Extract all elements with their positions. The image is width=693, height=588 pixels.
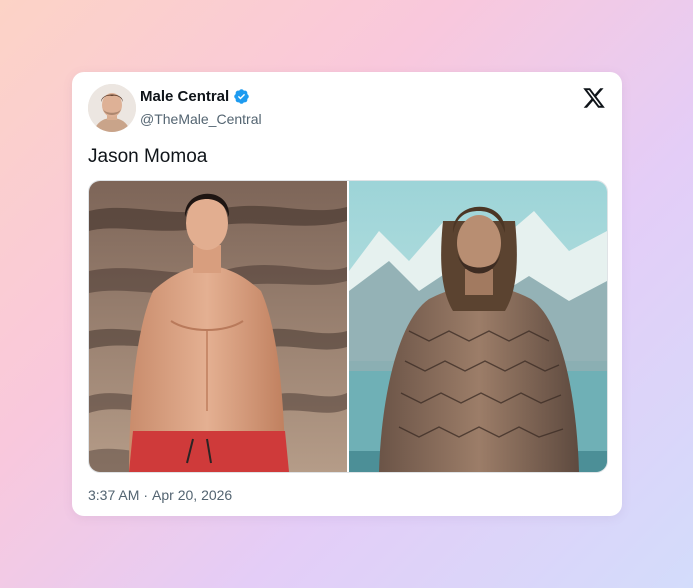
x-logo-icon[interactable]: [582, 86, 606, 110]
author-name-row: Male Central: [140, 88, 250, 105]
media-photo-right[interactable]: [349, 181, 607, 472]
tweet-text: Jason Momoa: [88, 146, 208, 167]
author-handle[interactable]: @TheMale_Central: [140, 111, 262, 127]
verified-badge-icon: [234, 89, 249, 104]
tweet-date: Apr 20, 2026: [152, 487, 233, 503]
media-photo-left[interactable]: [89, 181, 347, 472]
photo-icon: [349, 181, 607, 472]
photo-icon: [89, 181, 347, 472]
tweet-card: Male Central @TheMale_Central Jason Momo…: [72, 72, 622, 516]
tweet-timestamp[interactable]: 3:37 AM · Apr 20, 2026: [88, 487, 232, 503]
author-display-name[interactable]: Male Central: [140, 88, 229, 105]
avatar-image: [88, 84, 136, 132]
author-avatar[interactable]: [88, 84, 136, 132]
tweet-time: 3:37 AM: [88, 487, 140, 503]
timestamp-separator: ·: [143, 487, 149, 503]
tweet-media-grid: [88, 180, 608, 473]
